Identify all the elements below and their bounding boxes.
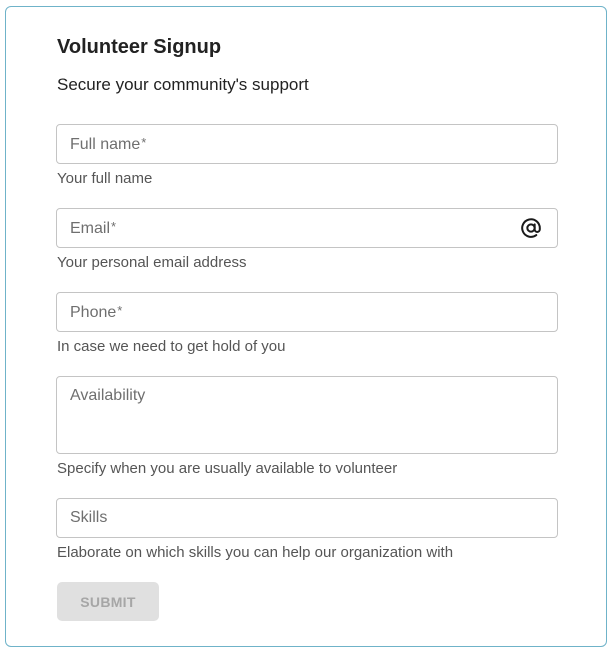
required-mark: * (117, 303, 123, 318)
email-field[interactable]: Email* (56, 208, 558, 248)
at-sign-icon (519, 216, 543, 240)
availability-helper: Specify when you are usually available t… (57, 460, 398, 477)
required-mark: * (141, 135, 147, 150)
full-name-placeholder: Full name* (70, 135, 147, 153)
skills-field[interactable]: Skills (56, 498, 558, 538)
required-mark: * (111, 219, 117, 234)
phone-placeholder: Phone* (70, 303, 123, 321)
full-name-field[interactable]: Full name* (56, 124, 558, 164)
email-helper: Your personal email address (57, 254, 247, 271)
submit-button[interactable]: SUBMIT (57, 582, 159, 621)
skills-helper: Elaborate on which skills you can help o… (57, 544, 454, 561)
availability-placeholder: Availability (70, 387, 146, 404)
phone-helper: In case we need to get hold of you (57, 338, 286, 355)
skills-placeholder: Skills (70, 509, 108, 526)
full-name-helper: Your full name (57, 170, 153, 187)
signup-card: Volunteer Signup Secure your community's… (5, 6, 607, 647)
phone-field[interactable]: Phone* (56, 292, 558, 332)
form-subtitle: Secure your community's support (57, 75, 309, 94)
form-title: Volunteer Signup (57, 36, 222, 58)
availability-textarea[interactable]: Availability (56, 376, 558, 454)
email-placeholder: Email* (70, 219, 117, 237)
